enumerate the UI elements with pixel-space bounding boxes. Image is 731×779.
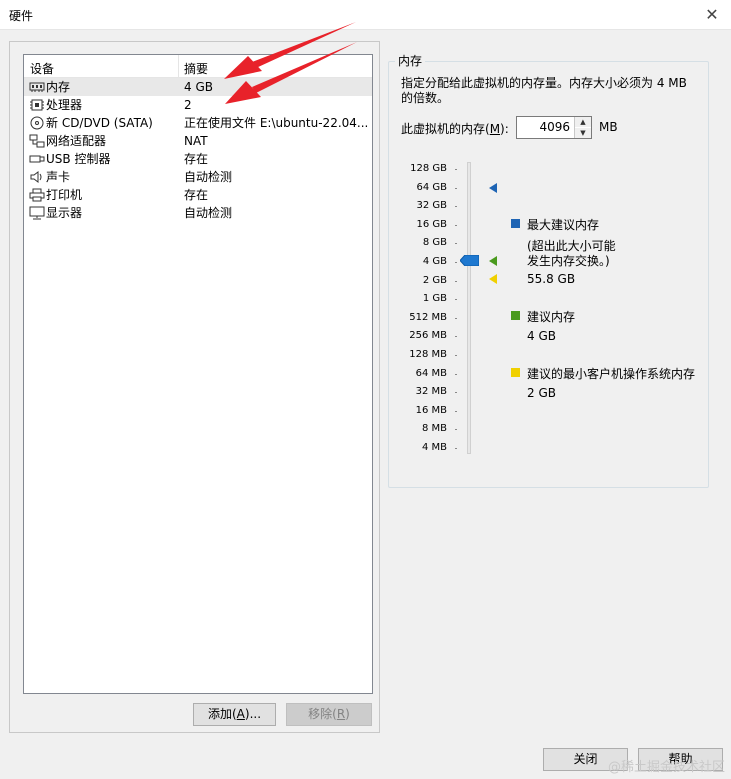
max-memory-marker <box>489 183 497 193</box>
min-guest-memory-legend-swatch <box>511 368 520 377</box>
spin-down-icon[interactable]: ▼ <box>575 128 591 138</box>
scale-label: 512 MB <box>409 311 447 323</box>
recommended-memory-value: 4 GB <box>527 329 556 343</box>
scale-label: 4 MB <box>421 442 447 453</box>
scale-tick <box>455 299 457 301</box>
scale-tick <box>455 317 457 319</box>
memory-spinbox[interactable]: 4096 ▲ ▼ <box>516 116 592 139</box>
memory-group-title: 内存 <box>395 52 426 69</box>
min-guest-memory-value: 2 GB <box>527 386 556 400</box>
spin-up-icon[interactable]: ▲ <box>575 117 591 127</box>
recommended-memory-marker <box>489 256 497 266</box>
scale-tick <box>455 169 457 170</box>
remove-button[interactable]: 移除(R) <box>286 703 372 726</box>
scale-label: 64 MB <box>415 367 447 379</box>
watermark: @稀土掘金技术社区 <box>607 760 725 775</box>
scale-label: 16 GB <box>416 218 447 230</box>
scale-tick <box>455 206 457 208</box>
add-button[interactable]: 添加(A)... <box>193 703 276 726</box>
scale-label: 8 MB <box>421 423 447 435</box>
memory-unit: MB <box>599 120 618 134</box>
scale-tick <box>455 262 457 263</box>
scale-label: 16 MB <box>415 404 447 416</box>
memory-slider-track[interactable] <box>467 162 471 454</box>
scale-tick <box>455 243 457 245</box>
max-memory-note2: 发生内存交换。) <box>527 254 610 268</box>
min-guest-memory-marker <box>489 274 497 284</box>
scale-tick <box>455 224 457 226</box>
memory-slider-thumb[interactable] <box>460 255 479 266</box>
scale-label: 32 GB <box>416 200 447 212</box>
scale-tick <box>455 280 457 282</box>
scale-tick <box>455 429 457 431</box>
scale-tick <box>455 187 457 189</box>
max-memory-value: 55.8 GB <box>527 272 576 286</box>
scale-tick <box>455 336 457 338</box>
scale-tick <box>455 373 457 375</box>
scale-label: 256 MB <box>409 330 447 342</box>
min-guest-memory-title: 建议的最小客户机操作系统内存 <box>527 367 696 381</box>
memory-value[interactable]: 4096 <box>539 120 570 134</box>
scale-label: 128 GB <box>410 163 447 174</box>
scale-label: 32 MB <box>415 386 447 398</box>
scale-label: 8 GB <box>422 237 447 249</box>
scale-tick <box>455 410 457 412</box>
memory-description-line2: 的倍数。 <box>401 91 450 105</box>
scale-label: 4 GB <box>422 256 447 267</box>
scale-tick <box>455 448 457 449</box>
scale-tick <box>455 392 457 394</box>
scale-label: 64 GB <box>416 181 447 193</box>
scale-label: 128 MB <box>409 349 447 360</box>
max-memory-title: 最大建议内存 <box>527 218 600 232</box>
recommended-memory-legend-swatch <box>511 311 520 320</box>
scale-label: 1 GB <box>422 293 447 305</box>
memory-field-label: 此虚拟机的内存(M): <box>401 122 509 136</box>
recommended-memory-title: 建议内存 <box>527 310 576 324</box>
spin-arrows: ▲ ▼ <box>574 117 591 138</box>
scale-label: 2 GB <box>422 274 447 286</box>
max-memory-legend-swatch <box>511 219 520 228</box>
scale-tick <box>455 355 457 356</box>
arrow-to-memory <box>224 22 356 79</box>
